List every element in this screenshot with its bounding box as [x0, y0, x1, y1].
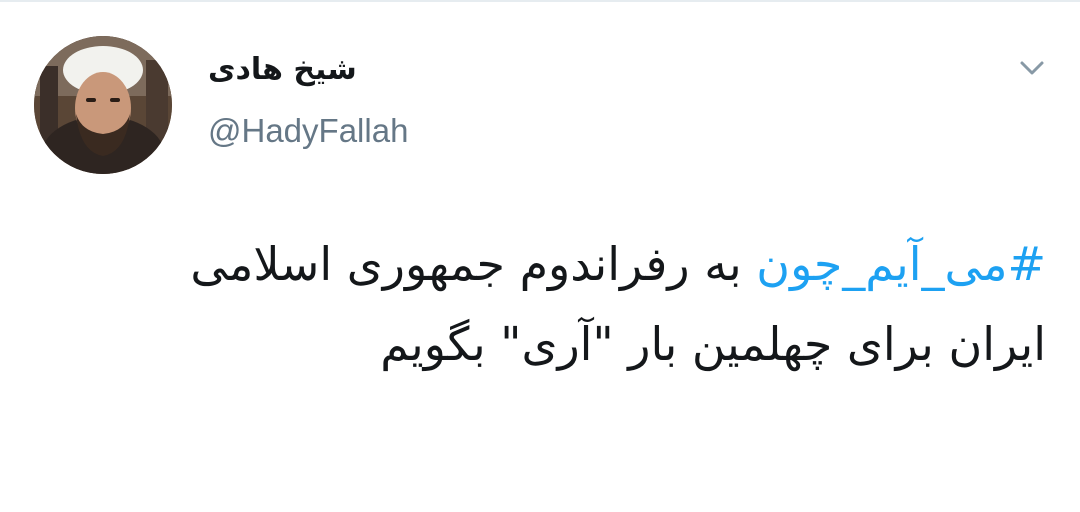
avatar[interactable] [34, 36, 172, 174]
tweet-card[interactable]: شیخ هادی @HadyFallah #می_آیم_چون به رفرا… [0, 0, 1080, 512]
user-handle[interactable]: @HadyFallah [208, 112, 408, 150]
divider [0, 0, 1080, 2]
tweet-text: #می_آیم_چون به رفراندوم جمهوری اسلامی ای… [150, 224, 1046, 384]
display-name[interactable]: شیخ هادی [208, 52, 357, 87]
chevron-down-icon[interactable] [1014, 54, 1050, 84]
hashtag-link[interactable]: #می_آیم_چون [756, 237, 1046, 291]
avatar-image [34, 36, 172, 174]
